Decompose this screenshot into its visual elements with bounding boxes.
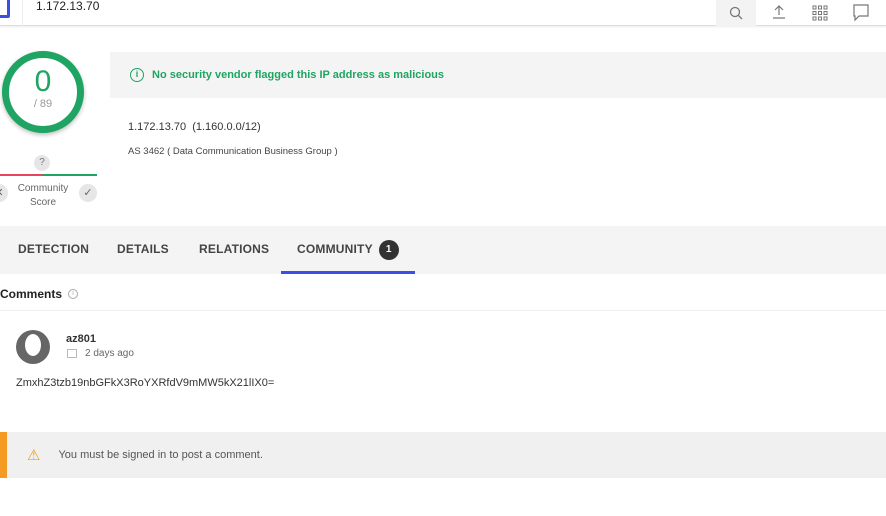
signin-notice: ⚠ You must be signed in to post a commen… <box>0 432 886 478</box>
apps-grid-icon[interactable] <box>800 0 840 26</box>
comment-date: 2 days ago <box>85 348 134 359</box>
upvote-button[interactable]: ✓ <box>79 184 97 202</box>
divider <box>22 0 23 26</box>
as-owner[interactable]: AS 3462 ( Data Communication Business Gr… <box>128 146 338 157</box>
info-icon[interactable]: i <box>68 289 78 299</box>
tab-community-label: COMMUNITY <box>297 242 373 256</box>
comments-heading: Comments <box>0 287 63 301</box>
detection-score-ring: 0 / 89 <box>2 51 84 133</box>
warning-icon: ⚠ <box>27 447 41 464</box>
tab-relations[interactable]: RELATIONS <box>199 226 269 274</box>
downvote-button[interactable]: ✕ <box>0 184 8 202</box>
detection-total: / 89 <box>33 98 53 110</box>
tab-community[interactable]: COMMUNITY 1 <box>281 226 415 274</box>
search-icon[interactable] <box>716 0 756 26</box>
tab-details[interactable]: DETAILS <box>117 226 169 274</box>
ip-info: 1.172.13.70 (1.160.0.0/12) AS 3462 ( Dat… <box>110 98 886 174</box>
upload-icon[interactable] <box>759 0 799 26</box>
status-text: No security vendor flagged this IP addre… <box>152 69 445 81</box>
detection-count: 0 <box>34 65 52 98</box>
community-score-question-icon: ? <box>34 155 50 171</box>
comment-body: ZmxhZ3tzb19nbGFkX3RoYXRfdV9mMW5kX21lIX0= <box>16 377 275 389</box>
comment-count-badge: 1 <box>378 240 399 260</box>
ip-address: 1.172.13.70 (1.160.0.0/12) <box>128 121 261 133</box>
community-score-bar <box>0 174 97 176</box>
search-input[interactable]: 1.172.13.70 <box>36 0 99 13</box>
tab-bar: DETECTION DETAILS RELATIONS COMMUNITY 1 <box>0 226 886 274</box>
top-bar: 1.172.13.70 <box>0 0 886 26</box>
chat-icon[interactable] <box>841 0 881 26</box>
community-score-label: Community Score <box>17 183 69 208</box>
status-banner: i No security vendor flagged this IP add… <box>110 52 886 98</box>
divider <box>0 310 886 311</box>
comment-author[interactable]: az801 <box>66 333 96 345</box>
info-icon: i <box>130 68 144 82</box>
calendar-icon <box>67 349 77 358</box>
avatar[interactable] <box>16 330 50 364</box>
tab-detection[interactable]: DETECTION <box>18 226 89 274</box>
signin-text: You must be signed in to post a comment. <box>58 449 263 461</box>
logo[interactable] <box>0 0 10 18</box>
